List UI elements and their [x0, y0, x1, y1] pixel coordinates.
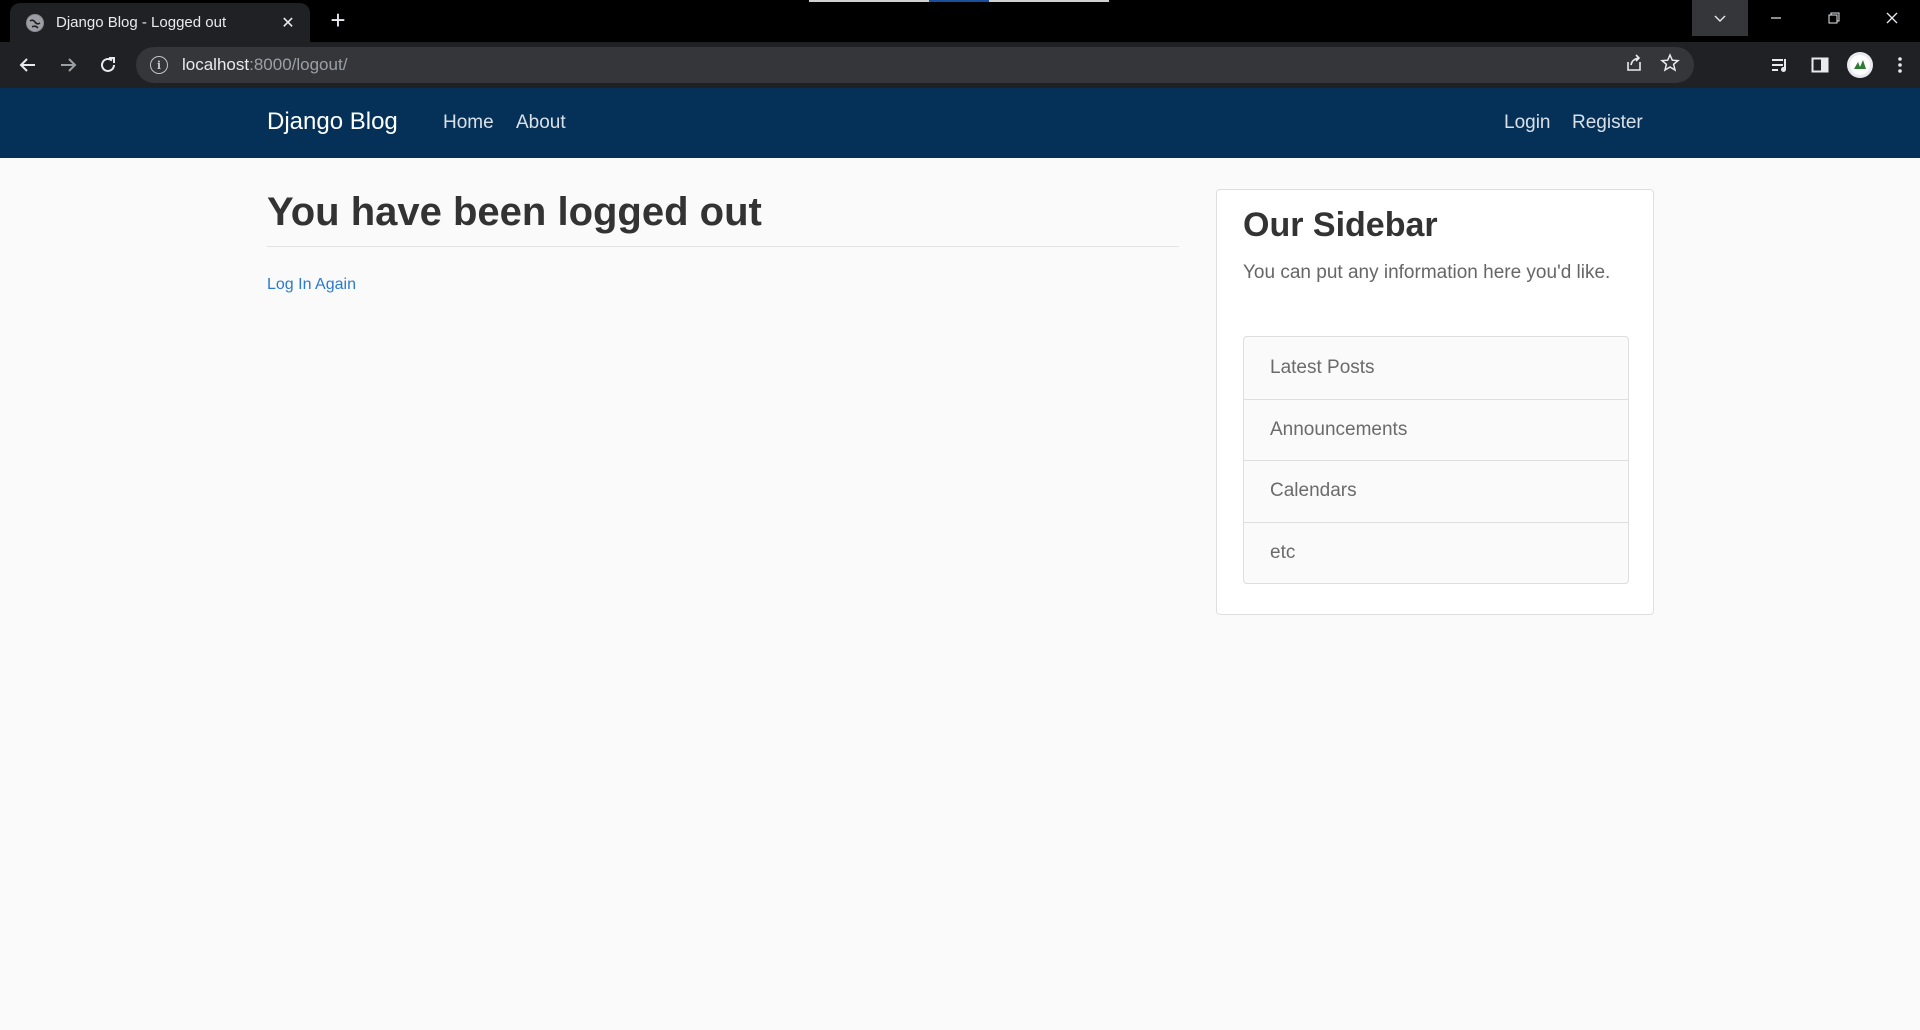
nav-about[interactable]: About	[516, 112, 566, 134]
title-divider	[267, 246, 1179, 247]
sidebar-item-calendars[interactable]: Calendars	[1244, 460, 1628, 522]
nav-login[interactable]: Login	[1504, 112, 1551, 134]
sidebar-list: Latest Posts Announcements Calendars etc	[1243, 336, 1629, 584]
drag-indicator	[809, 0, 1109, 2]
reload-icon[interactable]	[88, 45, 128, 85]
nav-register[interactable]: Register	[1572, 112, 1643, 134]
back-icon[interactable]	[8, 45, 48, 85]
forward-icon[interactable]	[48, 45, 88, 85]
profile-avatar[interactable]	[1840, 45, 1880, 85]
sidebar-item-etc[interactable]: etc	[1244, 521, 1628, 584]
nav-home[interactable]: Home	[443, 112, 494, 134]
site-info-icon[interactable]: i	[150, 56, 168, 74]
new-tab-icon[interactable]: +	[325, 7, 351, 34]
bookmark-star-icon[interactable]	[1660, 52, 1680, 78]
restore-icon[interactable]	[1806, 0, 1862, 36]
side-panel-icon[interactable]	[1800, 45, 1840, 85]
sidebar-description: You can put any information here you'd l…	[1243, 262, 1611, 283]
sidebar-card: Our Sidebar You can put any information …	[1216, 189, 1654, 615]
tab-title: Django Blog - Logged out	[56, 14, 227, 31]
globe-icon	[26, 13, 44, 32]
browser-tab-bar: Django Blog - Logged out ✕ +	[0, 0, 1920, 42]
url-text: localhost:8000/logout/	[182, 55, 348, 74]
minimize-icon[interactable]	[1748, 0, 1804, 36]
address-bar[interactable]: i localhost:8000/logout/	[136, 47, 1694, 83]
menu-kebab-icon[interactable]	[1880, 45, 1920, 85]
sidebar-title: Our Sidebar	[1243, 206, 1438, 244]
share-icon[interactable]	[1624, 53, 1644, 78]
media-queue-icon[interactable]	[1760, 45, 1800, 85]
page-title: You have been logged out	[267, 190, 762, 234]
log-in-again-link[interactable]: Log In Again	[267, 276, 356, 294]
sidebar-item-latest-posts[interactable]: Latest Posts	[1244, 337, 1628, 399]
tab-close-icon[interactable]: ✕	[278, 13, 298, 33]
brand-link[interactable]: Django Blog	[267, 108, 398, 136]
close-window-icon[interactable]	[1864, 0, 1920, 36]
browser-tab[interactable]: Django Blog - Logged out ✕	[10, 3, 310, 42]
site-navbar: Django Blog Home About Login Register	[0, 88, 1920, 158]
sidebar-item-announcements[interactable]: Announcements	[1244, 398, 1628, 461]
tab-search-icon[interactable]	[1692, 0, 1748, 36]
browser-toolbar: i localhost:8000/logout/	[0, 42, 1920, 88]
